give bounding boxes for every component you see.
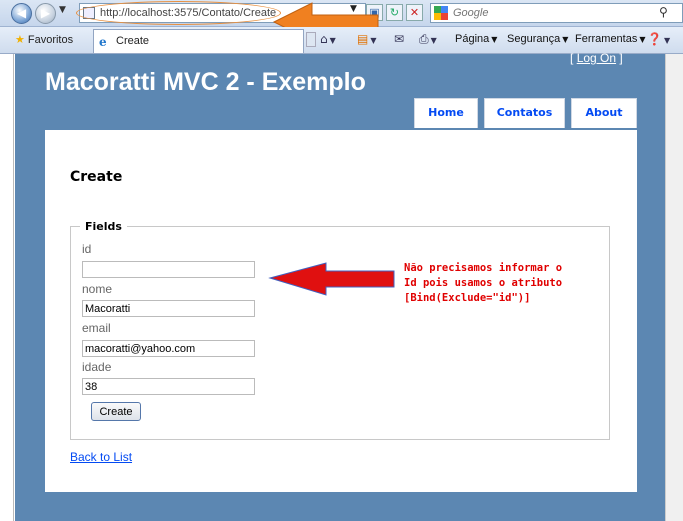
fieldset-legend: Fields xyxy=(80,220,127,233)
browser-tab[interactable]: e Create xyxy=(93,29,304,53)
ferramentas-label: Ferramentas xyxy=(575,33,638,45)
site-title: Macoratti MVC 2 - Exemplo xyxy=(45,68,366,96)
id-label: id xyxy=(82,242,92,256)
pagina-label: Página xyxy=(455,33,490,45)
logon-bracket-close: ] xyxy=(619,51,623,65)
tab-bar: ★ Favoritos e Create ⌂ ▼ ▤ ▼ ✉ ⎙ ▼ Página ▼ S… xyxy=(0,27,683,54)
back-to-list-link[interactable]: Back to List xyxy=(70,450,132,464)
idade-field[interactable] xyxy=(82,378,255,395)
ferramentas-menu[interactable]: Ferramentas ▼ xyxy=(575,33,646,45)
recent-pages-dropdown-icon[interactable]: ▼ xyxy=(59,5,66,15)
annotation-line: Não precisamos informar o xyxy=(404,262,563,274)
main-content: Create Fields id nome email idade Create… xyxy=(45,130,637,492)
mail-icon[interactable]: ✉ xyxy=(394,32,404,46)
help-icon[interactable]: ❓ ▼ xyxy=(647,32,670,46)
refresh-icon[interactable]: ↻ xyxy=(386,4,403,21)
nome-field[interactable] xyxy=(82,300,255,317)
pagina-menu[interactable]: Página ▼ xyxy=(455,33,497,45)
left-frame-strip xyxy=(0,54,14,521)
email-label: email xyxy=(82,321,111,335)
star-icon: ★ xyxy=(15,33,25,46)
annotation-note: Não precisamos informar o Id pois usamos … xyxy=(404,261,562,306)
seguranca-menu[interactable]: Segurança ▼ xyxy=(507,33,568,45)
annotation-line: Id pois usamos o atributo xyxy=(404,277,563,289)
page-title: Create xyxy=(70,169,123,185)
annotation-line: [Bind(Exclude="id")] xyxy=(404,292,531,304)
feeds-icon[interactable]: ▤ ▼ xyxy=(357,32,377,46)
logon-area: [ Log On ] xyxy=(570,51,623,65)
home-icon[interactable]: ⌂ ▼ xyxy=(320,32,336,46)
favorites-button[interactable]: ★ Favoritos xyxy=(15,33,73,46)
email-field[interactable] xyxy=(82,340,255,357)
menu-home[interactable]: Home xyxy=(414,98,478,128)
ie-icon: e xyxy=(99,35,107,49)
back-icon[interactable]: ◀ xyxy=(11,3,32,24)
scrollbar[interactable] xyxy=(665,54,683,521)
stop-icon[interactable]: ✕ xyxy=(406,4,423,21)
menu-about[interactable]: About xyxy=(571,98,637,128)
seguranca-label: Segurança xyxy=(507,33,561,45)
id-field[interactable] xyxy=(82,261,255,278)
nome-label: nome xyxy=(82,282,113,296)
forward-icon[interactable]: ▶ xyxy=(35,3,56,24)
fields-fieldset: Fields id nome email idade Create xyxy=(70,220,610,440)
annotation-arrow xyxy=(268,262,395,296)
page-icon xyxy=(83,7,95,19)
new-tab-button[interactable] xyxy=(306,32,316,47)
search-input[interactable] xyxy=(453,5,653,21)
print-icon[interactable]: ⎙ ▼ xyxy=(419,32,437,47)
menu-contatos[interactable]: Contatos xyxy=(484,98,565,128)
search-icon[interactable]: ⚲ xyxy=(659,5,668,19)
idade-label: idade xyxy=(82,360,112,374)
create-button[interactable]: Create xyxy=(91,402,141,421)
url-text: http://localhost:3575/Contato/Create xyxy=(100,7,277,19)
search-box[interactable]: ⚲ xyxy=(430,3,683,23)
google-icon xyxy=(434,6,448,20)
logon-bracket-open: [ xyxy=(570,51,574,65)
logon-link[interactable]: Log On xyxy=(577,51,616,65)
favorites-label: Favoritos xyxy=(27,34,74,46)
tab-title: Create xyxy=(116,35,150,47)
